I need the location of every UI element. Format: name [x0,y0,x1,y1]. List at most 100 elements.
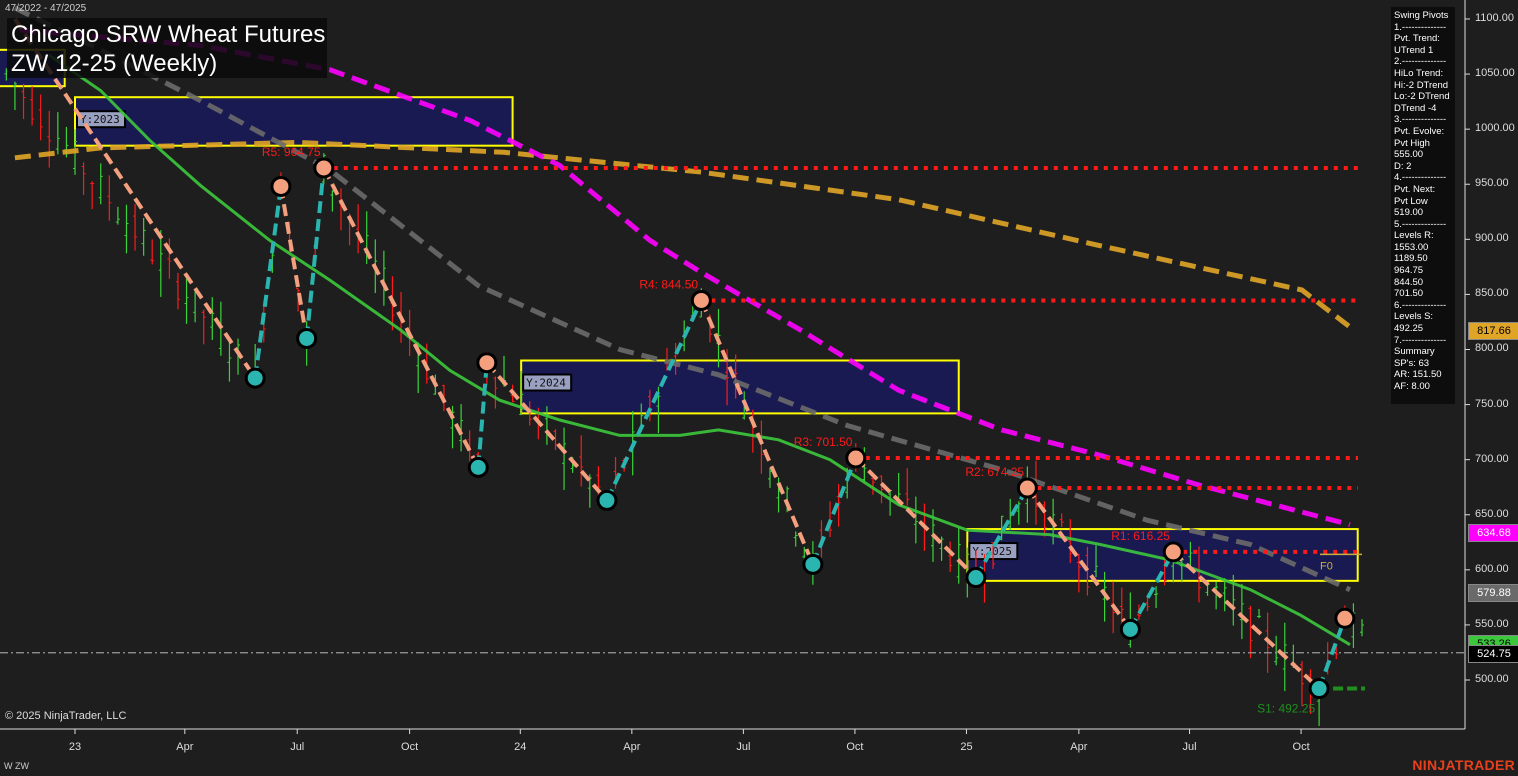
symbol-label: W ZW [4,761,29,771]
y-tick-label: 800.00 [1475,342,1509,355]
panel-line: 5.-------------- [1394,218,1447,230]
pivot-high-marker [1016,477,1038,499]
x-tick-label: 23 [68,741,82,753]
panel-line: Pvt. Next: [1394,183,1436,195]
y-tick-label: 750.00 [1475,397,1509,410]
panel-line: SP's: 63 [1394,357,1430,369]
panel-line: 2.-------------- [1394,56,1447,68]
panel-line: UTrend 1 [1394,44,1434,56]
pivot-low-marker [965,567,987,589]
panel-line: AR: 151.50 [1394,369,1442,381]
level-label: R2: 674.25 [965,465,1024,479]
x-tick-label: 24 [514,741,527,753]
panel-line: 964.75 [1394,265,1424,277]
swing-leg [699,299,815,566]
panel-line: 7.-------------- [1394,334,1447,346]
x-tick-label: Jul [1182,741,1197,753]
swing-leg [811,457,858,566]
price-label: 579.88 [1468,583,1518,602]
year-box [74,96,514,147]
panel-line: 4.-------------- [1394,172,1447,184]
y-tick-label: 900.00 [1475,232,1509,245]
price-label: 524.75 [1468,644,1518,663]
panel-line: 6.-------------- [1394,299,1447,311]
pivot-high-marker [690,289,712,311]
panel-line: 492.25 [1394,323,1424,335]
date-range: 47/2022 - 47/2025 [5,3,87,14]
ninjatrader-logo: NINJATRADER [1412,757,1515,773]
panel-line: 1189.50 [1394,253,1428,265]
panel-line: AF: 8.00 [1394,381,1430,392]
y-tick-label: 1050.00 [1475,67,1515,80]
panel-line: HiLo Trend: [1394,67,1444,79]
level-label: S1: 492.25 [1257,702,1315,716]
price-label: 817.66 [1468,322,1518,341]
panel-line: 555.00 [1394,149,1424,161]
panel-line: 3.-------------- [1394,114,1447,126]
swing-leg [253,186,283,379]
pivot-low-marker [596,489,618,511]
pivot-low-marker [1119,618,1141,640]
swing-pivots-panel: Swing Pivots 1.-------------- Pvt. Trend: U… [1391,7,1455,404]
panel-line: 844.50 [1394,276,1424,288]
x-tick-label: Oct [846,741,864,753]
panel-line: D: 2 [1394,160,1412,172]
price-label: 634.68 [1468,523,1518,542]
y-tick-label: 550.00 [1475,617,1509,630]
year-box-label: Y:2025 [972,545,1012,558]
panel-line: 1553.00 [1394,241,1429,253]
panel-line: Levels S: [1394,311,1434,323]
year-box-label: Y:2024 [526,377,566,390]
x-tick-label: Jul [290,741,305,753]
y-tick-label: 850.00 [1475,287,1509,300]
moving-average-line [13,5,1352,592]
swing-leg [476,362,489,468]
panel-line: Pvt. Trend: [1394,33,1440,45]
chart-title: Chicago SRW Wheat Futures [11,21,326,48]
level-label: R5: 964.75 [262,145,321,159]
chart-subtitle: ZW 12-25 (Weekly) [11,50,218,77]
panel-line: 701.50 [1394,288,1424,300]
x-tick-label: Apr [1070,741,1088,753]
price-chart[interactable]: Y:2023Y:2024Y:2025R5: 964.75R4: 844.50R3… [0,0,1518,776]
level-label: R1: 616.25 [1111,529,1170,543]
y-tick-label: 650.00 [1475,507,1509,520]
y-tick-label: 500.00 [1475,673,1509,685]
f0-label: F0 [1320,560,1333,572]
panel-line: Pvt. Evolve: [1394,125,1445,137]
x-tick-label: Oct [1292,741,1310,753]
pivot-high-marker [845,447,867,469]
x-tick-label: Oct [401,741,419,753]
pivot-high-marker [1334,607,1356,629]
y-tick-label: 1000.00 [1475,122,1515,135]
panel-line: Hi:-2 DTrend [1394,79,1449,91]
panel-line: 519.00 [1394,207,1424,219]
pivot-low-marker [1308,678,1330,700]
panel-line: Levels R: [1394,230,1434,242]
pivot-high-marker [476,352,498,374]
level-label: R4: 844.50 [639,277,698,291]
pivot-low-marker [296,327,318,349]
x-tick-label: Apr [176,741,194,753]
pivot-low-marker [244,367,266,389]
copyright: © 2025 NinjaTrader, LLC [5,710,127,722]
panel-line: Lo:-2 DTrend [1394,91,1450,103]
panel-line: Pvt High [1394,137,1430,149]
panel-line: DTrend -4 [1394,102,1437,114]
pivot-high-marker [313,157,335,179]
pivot-low-marker [802,553,824,575]
y-tick-label: 700.00 [1475,452,1509,465]
x-tick-label: Jul [736,741,751,753]
y-tick-label: 1100.00 [1475,11,1514,24]
pivot-low-marker [467,456,489,478]
x-tick-label: Apr [623,741,641,753]
y-tick-label: 600.00 [1475,562,1509,575]
y-tick-label: 950.00 [1475,177,1509,190]
x-tick-label: 25 [960,741,973,753]
panel-line: 1.-------------- [1394,21,1447,33]
level-label: R3: 701.50 [794,435,853,449]
swing-leg [322,167,481,469]
pivot-high-marker [270,175,292,197]
panel-line: Swing Pivots [1394,10,1449,21]
panel-line: Pvt Low [1394,195,1428,207]
